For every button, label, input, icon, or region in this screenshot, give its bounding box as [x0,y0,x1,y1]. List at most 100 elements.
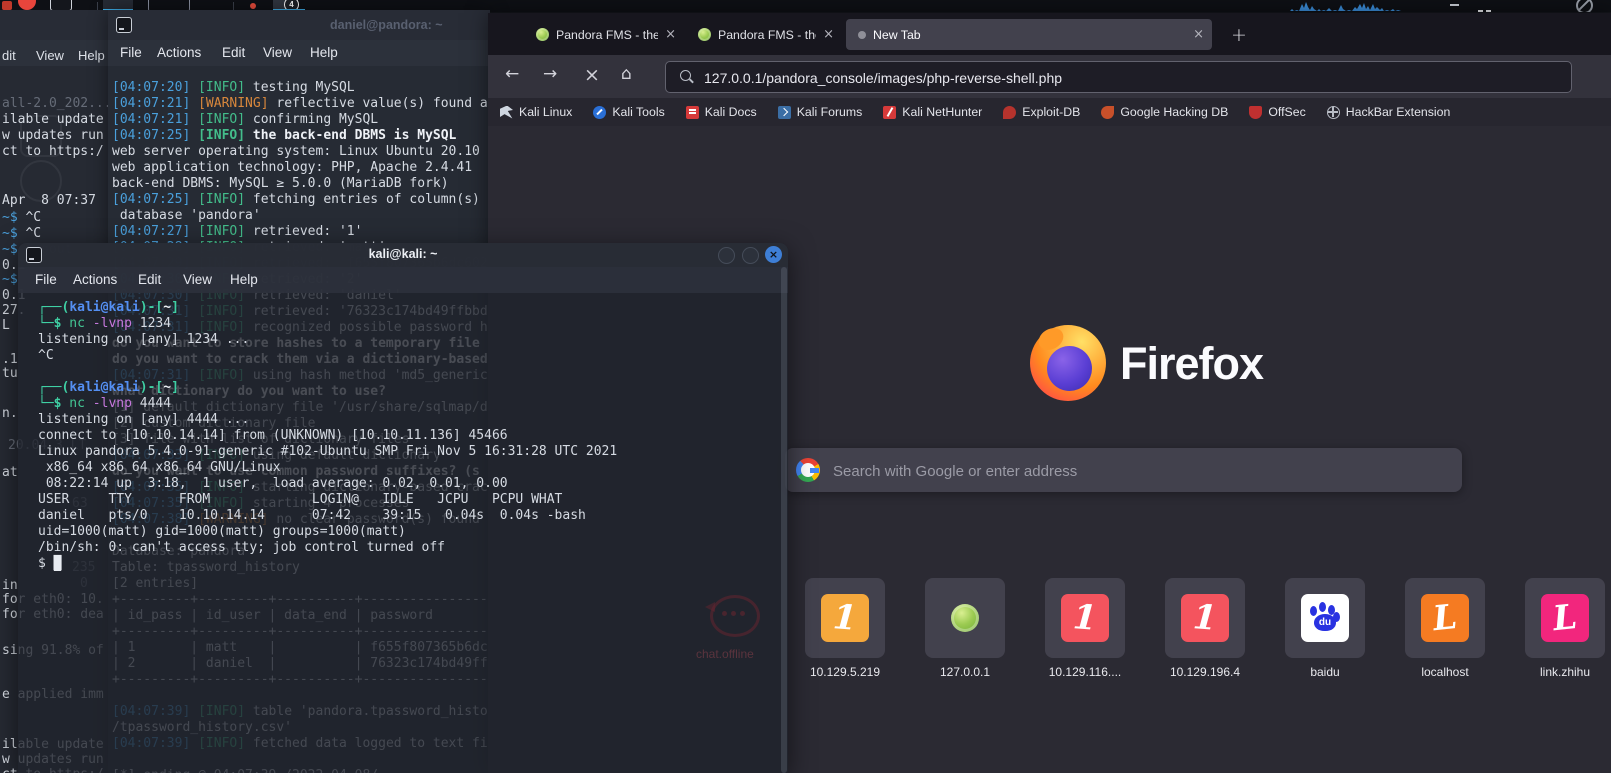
tab-close-icon[interactable]: × [823,27,834,42]
terminal-line: $ █ [38,556,61,572]
terminal-line: L [2,318,10,334]
bookmark-kali-docs[interactable]: Kali Docs [686,105,757,119]
tab-close-icon[interactable]: × [665,27,676,42]
bookmark-kali-forums[interactable]: Kali Forums [778,105,863,119]
terminal-text-segment: $ [38,556,54,571]
bookmark-offsec[interactable]: OffSec [1249,105,1305,119]
bookmark-exploit-db[interactable]: Exploit-DB [1003,105,1080,119]
scrollbar[interactable] [781,267,787,773]
terminal-line: tu [2,366,18,382]
terminal-text-segment: USER TTY FROM LOGIN@ IDLE JCPU PCPU WHAT [38,492,562,507]
terminal-text-segment: ~ [163,300,171,315]
terminal-text-segment: ^C [38,348,54,363]
shortcut-label: 10.129.116.... [1025,665,1145,679]
shortcut-tile-1[interactable]: 1 [805,578,885,658]
terminal-text-segment: [INFO] [198,80,253,95]
terminal-line: View [36,48,64,65]
url-input[interactable] [702,62,1556,94]
terminal-text-segment: tu [2,366,18,381]
terminal-text-segment: )-[ [140,300,163,315]
tab-pandora-2[interactable]: Pandora FMS - the Flexibl × [690,19,842,50]
terminal-line: ~$ ^C [2,226,41,242]
terminal-text-segment: [04:07:21] [112,112,198,127]
bookmark-google-hacking-db[interactable]: Google Hacking DB [1101,105,1228,119]
terminal-content: ┌──(kali@kali)-[~]└─$ nc -lvnp 1234liste… [18,243,788,773]
terminal-text-segment: in [2,578,18,593]
newtab-search-bar[interactable] [785,448,1462,492]
terminal-text-segment: [INFO] [198,112,253,127]
firefox-logo [1030,325,1106,401]
shortcut-tile-4[interactable]: 1 [1165,578,1245,658]
terminal-text-segment: all-2.0_202... [2,96,110,111]
forward-icon[interactable]: → [543,64,557,84]
terminal-line: Help [78,48,105,65]
terminal-text-segment: └─ [38,316,54,331]
search-input[interactable] [831,448,1445,494]
shortcut-label: 10.129.5.219 [785,665,905,679]
terminal-line: Apr 8 07:37 [2,193,96,209]
url-bar[interactable] [665,61,1572,93]
default-favicon [858,31,866,39]
panel-status-icon[interactable] [1576,0,1593,12]
terminal-window-kali[interactable]: chat.offline kali@kali: ~ × File Actions… [18,243,788,773]
terminal-text-segment: dit [2,48,16,63]
terminal-text-segment: at [2,465,18,480]
shortcut-tile-3[interactable]: 1 [1045,578,1125,658]
shortcut-tile-2[interactable] [925,578,1005,658]
shortcut-tile-7[interactable]: L [1525,578,1605,658]
bookmark-kali-linux[interactable]: Kali Linux [500,105,572,119]
terminal-text-segment: retrieved: '1' [253,224,363,239]
terminal-line: n. [2,406,18,422]
terminal-line: x86_64 x86_64 x86_64 GNU/Linux [38,460,281,476]
terminal-text-segment: ilable update [2,112,104,127]
tab-new-tab[interactable]: New Tab × [846,19,1212,50]
shortcut-tile-6[interactable]: L [1405,578,1485,658]
bookmark-kali-nethunter[interactable]: Kali NetHunter [883,105,982,119]
terminal-line: [04:07:25] [INFO] fetching entries of co… [112,192,490,208]
shortcut-label: 127.0.0.1 [905,665,1025,679]
back-icon[interactable]: ← [505,64,519,84]
panel-minimize-icon[interactable] [1450,4,1459,6]
shortcut-label: localhost [1385,665,1505,679]
panel-separator [233,2,234,10]
terminal-text-segment: x86_64 x86_64 x86_64 GNU/Linux [38,460,281,475]
terminal-text-segment: )-[ [140,380,163,395]
tab-pandora-1[interactable]: Pandora FMS - the Flexibl × [528,19,684,50]
terminal-line: [04:07:21] [INFO] confirming MySQL [112,112,378,128]
stop-icon[interactable]: × [584,64,600,86]
terminal-text-segment: ] [171,300,179,315]
pandora-icon [951,604,979,632]
firefox-wordmark: Firefox [1120,338,1263,390]
terminal-text-segment: ~$ [2,272,18,287]
kali-docs-icon [686,106,699,119]
home-icon[interactable]: ⌂ [621,64,632,84]
tile-glyph: 1 [1192,597,1218,639]
bookmark-kali-tools[interactable]: Kali Tools [593,105,664,119]
terminal-text-segment: reflective value(s) found an [276,96,490,111]
panel-app-icon-red-circle[interactable] [18,0,36,10]
shortcut-tile-5[interactable]: du [1285,578,1365,658]
terminal-line: connect to [10.10.14.14] from (UNKNOWN) … [38,428,508,444]
terminal-line: w updates run [2,128,104,144]
terminal-text-segment: listening on [any] 4444 ... [38,412,249,427]
terminal-text-segment: nc [61,396,84,411]
globe-icon [1327,106,1340,119]
bookmark-hackbar[interactable]: HackBar Extension [1327,105,1451,119]
panel-grid-icon[interactable] [1478,2,1500,8]
tab-close-icon[interactable]: × [1193,27,1204,42]
offsec-icon [1249,106,1262,119]
desktop: 4 ditViewHelpall-2.0_202...ilable update… [0,0,1611,773]
google-g-icon [796,458,820,482]
new-tab-button[interactable]: + [1228,24,1250,46]
ghdb-bird-icon [1101,106,1114,119]
terminal-text-segment: ~$ [2,210,18,225]
terminal-text-segment: confirming MySQL [253,112,378,127]
terminal-text-segment: ~$ [2,226,18,241]
tab-title: Pandora FMS - the Flexibl [718,28,816,42]
terminal-text-segment: [04:07:27] [112,224,198,239]
pandora-favicon [698,28,711,41]
terminal-text-segment: Linux pandora 5.4.0-91-generic #102-Ubun… [38,444,617,459]
terminal-text-segment: ^C [18,210,41,225]
panel-app-icon[interactable] [2,1,12,10]
terminal-line: USER TTY FROM LOGIN@ IDLE JCPU PCPU WHAT [38,492,562,508]
